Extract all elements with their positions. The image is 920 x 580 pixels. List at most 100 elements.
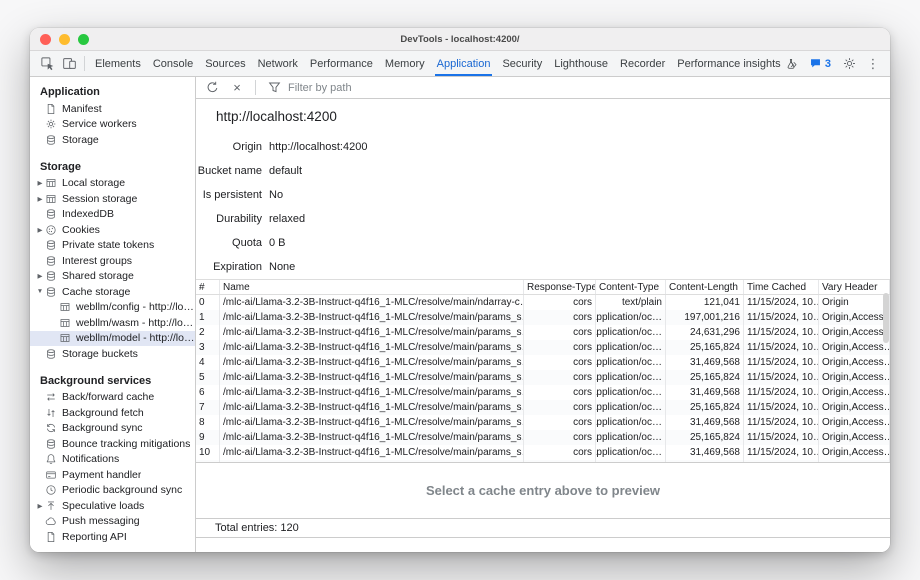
sidebar-item-back-forward-cache[interactable]: Back/forward cache (30, 390, 195, 406)
chevron-collapsed-icon[interactable]: ▶ (35, 226, 45, 234)
tab-lighthouse[interactable]: Lighthouse (548, 51, 614, 76)
column-header-response-type[interactable]: Response-Type (524, 280, 596, 294)
sidebar-item-shared-storage[interactable]: ▶Shared storage (30, 269, 195, 285)
sidebar-item-service-workers[interactable]: Service workers (30, 117, 195, 133)
cache-entry-row[interactable]: 9/mlc-ai/Llama-3.2-3B-Instruct-q4f16_1-M… (196, 430, 890, 445)
settings-button[interactable] (838, 54, 860, 74)
cell-response-type: cors (524, 415, 596, 430)
sidebar-item-periodic-background-sync[interactable]: Periodic background sync (30, 483, 195, 499)
sidebar-item-push-messaging[interactable]: Push messaging (30, 514, 195, 530)
inspect-element-button[interactable] (36, 54, 58, 74)
column-header-name[interactable]: Name (220, 280, 524, 294)
cell-content-length: 25,165,824 (666, 400, 744, 415)
sidebar-item-storage-buckets[interactable]: Storage buckets (30, 346, 195, 362)
tab-sources[interactable]: Sources (199, 51, 251, 76)
device-toolbar-button[interactable] (58, 54, 80, 74)
cell-index: 5 (196, 370, 220, 385)
sidebar-item-cache-storage[interactable]: ▼ Cache storage (30, 284, 195, 300)
cache-entry-row[interactable]: 3/mlc-ai/Llama-3.2-3B-Instruct-q4f16_1-M… (196, 340, 890, 355)
messages-button[interactable]: 3 (804, 57, 836, 70)
sidebar-item-indexeddb[interactable]: IndexedDB (30, 207, 195, 223)
sidebar-item-session-storage[interactable]: ▶Session storage (30, 191, 195, 207)
minimize-button[interactable] (59, 34, 70, 45)
column-header-[interactable]: # (196, 280, 220, 294)
tab-performance-insights[interactable]: Performance insights (671, 51, 802, 76)
sidebar-item-label: Reporting API (62, 531, 127, 543)
sidebar-item-private-state-tokens[interactable]: Private state tokens (30, 238, 195, 254)
sidebar-item-webllm-config-http-loc[interactable]: webllm/config - http://loc… (30, 300, 195, 316)
more-options-button[interactable]: ⋮ (862, 54, 884, 74)
filter-input[interactable] (288, 82, 508, 94)
cache-entry-row[interactable]: 1/mlc-ai/Llama-3.2-3B-Instruct-q4f16_1-M… (196, 310, 890, 325)
cache-entry-row[interactable]: 8/mlc-ai/Llama-3.2-3B-Instruct-q4f16_1-M… (196, 415, 890, 430)
column-header-vary-header[interactable]: Vary Header (819, 280, 890, 294)
tab-security[interactable]: Security (496, 51, 548, 76)
tab-console[interactable]: Console (147, 51, 199, 76)
cell-vary-header: Origin,Access… (819, 385, 890, 400)
tab-network[interactable]: Network (252, 51, 304, 76)
sidebar-item-interest-groups[interactable]: Interest groups (30, 253, 195, 269)
sidebar-item-label: Cache storage (62, 286, 130, 298)
cell-name: /mlc-ai/Llama-3.2-3B-Instruct-q4f16_1-ML… (220, 415, 524, 430)
cell-content-length: 31,469,568 (666, 385, 744, 400)
tab-label: Elements (95, 58, 141, 70)
refresh-button[interactable] (201, 78, 223, 98)
sidebar-item-webllm-wasm-http-loca[interactable]: webllm/wasm - http://loca… (30, 315, 195, 331)
cell-vary-header: Origin,Access… (819, 445, 890, 460)
tab-elements[interactable]: Elements (89, 51, 147, 76)
cache-entry-row[interactable]: 0/mlc-ai/Llama-3.2-3B-Instruct-q4f16_1-M… (196, 295, 890, 310)
chevron-collapsed-icon[interactable]: ▶ (35, 179, 45, 187)
tab-recorder[interactable]: Recorder (614, 51, 671, 76)
scrollbar-thumb[interactable] (883, 293, 889, 343)
cache-entry-row[interactable]: 4/mlc-ai/Llama-3.2-3B-Instruct-q4f16_1-M… (196, 355, 890, 370)
chevron-collapsed-icon[interactable]: ▶ (35, 195, 45, 203)
sidebar-item-reporting-api[interactable]: Reporting API (30, 529, 195, 545)
cell-content-length: 25,165,824 (666, 430, 744, 445)
cache-entry-row[interactable]: 10/mlc-ai/Llama-3.2-3B-Instruct-q4f16_1-… (196, 445, 890, 460)
column-header-time-cached[interactable]: Time Cached (744, 280, 819, 294)
sidebar-item-notifications[interactable]: Notifications (30, 452, 195, 468)
report-icon (45, 531, 57, 543)
database-icon (45, 239, 57, 251)
cell-content-type: application/oc… (596, 370, 666, 385)
cell-index: 9 (196, 430, 220, 445)
database-icon (45, 438, 57, 450)
table-icon (59, 317, 71, 329)
cache-entry-row[interactable]: 2/mlc-ai/Llama-3.2-3B-Instruct-q4f16_1-M… (196, 325, 890, 340)
database-icon (45, 270, 57, 282)
cell-content-type: application/oc… (596, 445, 666, 460)
sidebar-item-background-fetch[interactable]: Background fetch (30, 405, 195, 421)
sidebar-item-bounce-tracking-mitigations[interactable]: Bounce tracking mitigations (30, 436, 195, 452)
sidebar-item-speculative-loads[interactable]: ▶Speculative loads (30, 498, 195, 514)
sidebar-item-payment-handler[interactable]: Payment handler (30, 467, 195, 483)
column-header-content-type[interactable]: Content-Type (596, 280, 666, 294)
cell-content-type: application/oc… (596, 415, 666, 430)
close-button[interactable] (40, 34, 51, 45)
sidebar-item-webllm-model-http-loc[interactable]: webllm/model - http://loc… (30, 331, 195, 347)
tab-performance[interactable]: Performance (304, 51, 379, 76)
sidebar-item-label: Push messaging (62, 515, 140, 527)
cache-entry-row[interactable]: 11/mlc-ai/Llama-3.2-3B-Instruct-q4f16_1-… (196, 460, 890, 463)
column-header-content-length[interactable]: Content-Length (666, 280, 744, 294)
delete-selected-button[interactable]: × (226, 78, 248, 98)
sidebar-item-background-sync[interactable]: Background sync (30, 421, 195, 437)
bell-icon (45, 453, 57, 465)
tab-application[interactable]: Application (431, 51, 497, 76)
cell-content-length: 31,469,568 (666, 445, 744, 460)
chevron-collapsed-icon[interactable]: ▶ (35, 272, 45, 280)
cell-vary-header: Origin,Access… (819, 370, 890, 385)
metadata-label: Is persistent (196, 189, 262, 201)
sidebar-item-storage[interactable]: Storage (30, 132, 195, 148)
sidebar-item-local-storage[interactable]: ▶Local storage (30, 176, 195, 192)
cell-content-length: 31,469,568 (666, 415, 744, 430)
tab-memory[interactable]: Memory (379, 51, 431, 76)
chevron-collapsed-icon[interactable]: ▶ (35, 502, 45, 510)
cache-entry-row[interactable]: 7/mlc-ai/Llama-3.2-3B-Instruct-q4f16_1-M… (196, 400, 890, 415)
sidebar-item-manifest[interactable]: Manifest (30, 101, 195, 117)
sidebar-item-cookies[interactable]: ▶Cookies (30, 222, 195, 238)
zoom-button[interactable] (78, 34, 89, 45)
chevron-expanded-icon[interactable]: ▼ (35, 288, 45, 295)
cache-entries-table: #NameResponse-TypeContent-TypeContent-Le… (196, 279, 890, 463)
cache-entry-row[interactable]: 5/mlc-ai/Llama-3.2-3B-Instruct-q4f16_1-M… (196, 370, 890, 385)
cache-entry-row[interactable]: 6/mlc-ai/Llama-3.2-3B-Instruct-q4f16_1-M… (196, 385, 890, 400)
